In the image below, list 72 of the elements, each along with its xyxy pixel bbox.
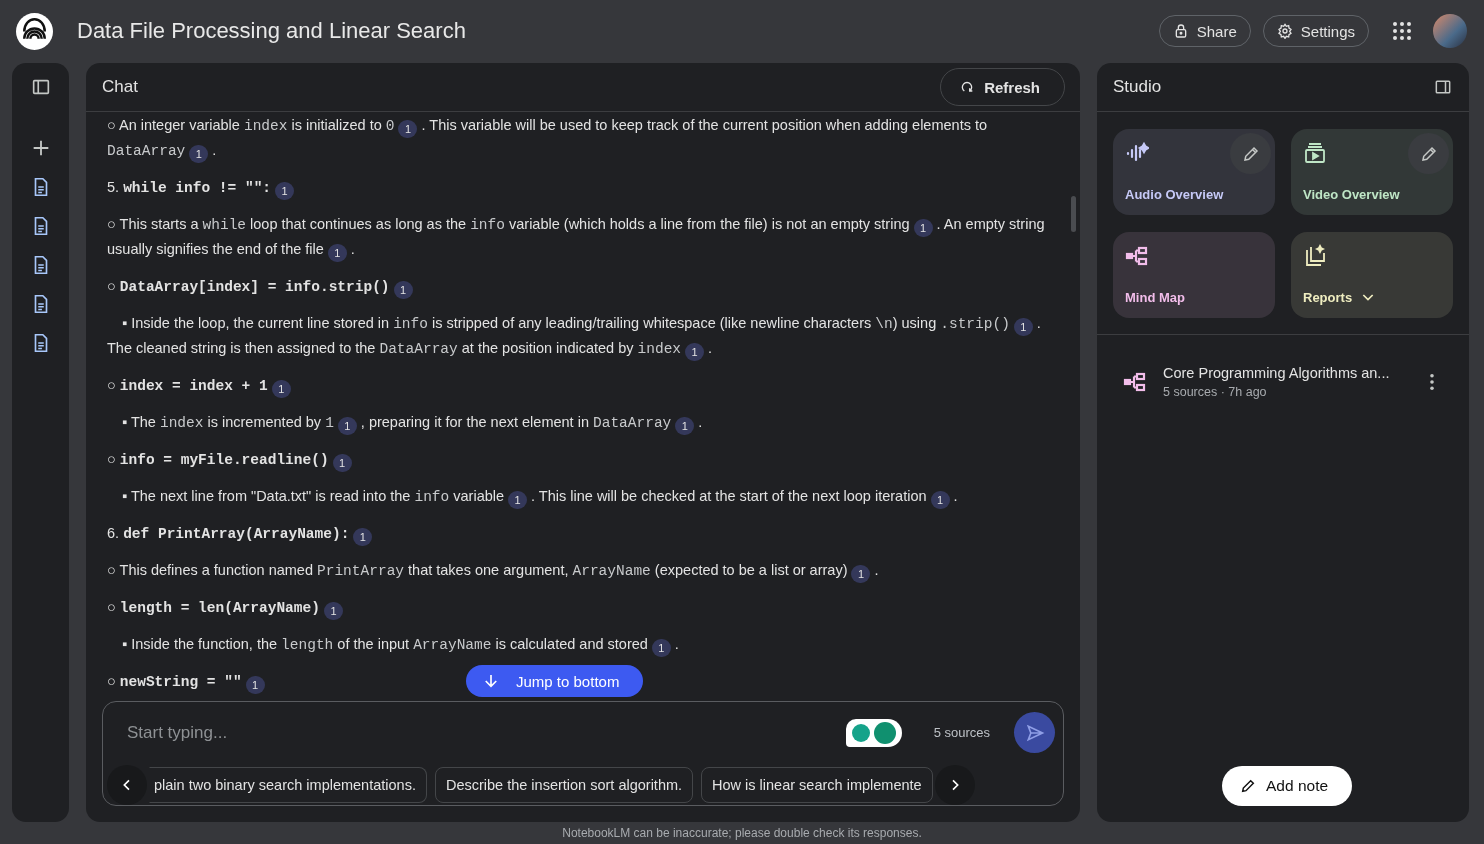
panel-toggle-icon[interactable] [1433,77,1453,97]
citation-chip[interactable]: 1 [271,380,291,398]
citation-chip[interactable]: 1 [651,639,671,657]
citation-chip[interactable]: 1 [675,417,695,435]
citation-chip[interactable]: 1 [1013,318,1033,336]
avatar[interactable] [1433,14,1467,48]
message-input[interactable]: Start typing... [125,721,834,744]
citation-chip[interactable]: 1 [685,343,705,361]
note-title: Core Programming Algorithms an... [1163,365,1391,381]
outline-item: ○ An integer variable index is initialized to 0 1 . This variable will be used to keep track of the current position when adding elements to DataArray 1 . [107,113,1060,163]
tile-label: Video Overview [1303,187,1400,202]
citation-chip[interactable]: 1 [337,417,357,435]
suggestion-chip[interactable]: plain two binary search implementations. [149,767,427,803]
scrollbar-thumb[interactable] [1071,196,1076,232]
outline-item: ○ DataArray[index] = info.strip() 1 [107,274,417,299]
outline-item: 5. while info != "": 1 [107,175,299,200]
citation-chip[interactable]: 1 [393,281,413,299]
pencil-icon [1241,144,1260,163]
pencil-icon [1240,778,1256,794]
more-options-icon[interactable] [1429,373,1435,391]
edit-button[interactable] [1230,133,1271,174]
edit-button[interactable] [1408,133,1449,174]
citation-chip[interactable]: 1 [398,120,418,138]
disclaimer-text: NotebookLM can be inaccurate; please double check its responses. [562,826,922,840]
outline-item: 6. def PrintArray(ArrayName): 1 [107,521,377,546]
studio-tile[interactable]: Mind Map [1113,232,1275,318]
citation-chip[interactable]: 1 [332,454,352,472]
note-meta: 5 sources · 7h ago [1163,385,1268,399]
apps-grid-icon[interactable] [1393,22,1411,40]
mind-map-icon [1123,370,1147,394]
citation-chip[interactable]: 1 [913,219,933,237]
arrow-down-icon [482,672,500,690]
extension-icon[interactable] [845,718,902,747]
citation-chip[interactable]: 1 [323,602,343,620]
app-logo-icon[interactable] [16,12,53,50]
notebook-title: Data File Processing and Linear Search [77,18,466,44]
jump-to-bottom-button[interactable]: Jump to bottom [466,665,644,697]
studio-tile[interactable]: Video Overview [1291,129,1453,215]
outline-item: ○ This starts a while loop that continues as long as the info variable (which holds a line from the file) is not an empty string 1 . An empty string usually signifies the end of the file 1 . [107,212,1060,262]
studio-tile[interactable]: Reports [1291,232,1453,318]
source-count: 5 sources [933,725,990,740]
send-icon [1024,722,1045,743]
suggestion-chip[interactable]: Describe the insertion sort algorithm. [434,767,694,803]
outline-item: ▪ Inside the loop, the current line stored in info is stripped of any leading/trailing whitespace (like newline characters \n) using .strip() 1 . The cleaned string is then assigned to the DataArray at the position indicated by index 1 . [107,311,1060,361]
outline-item: ○ length = len(ArrayName) 1 [107,595,347,620]
outline-item: ○ This defines a function named PrintArray that takes one argument, ArrayName (expected to be a list or array) 1 . [107,558,879,583]
suggestion-chip[interactable]: How is linear search implemente [701,767,933,803]
tile-label: Reports [1303,289,1353,305]
citation-chip[interactable]: 1 [245,676,265,694]
citation-chip[interactable]: 1 [327,244,347,262]
chat-title: Chat [102,77,138,97]
add-note-button[interactable]: Add note [1222,766,1353,806]
gear-icon [1276,23,1293,39]
citation-chip[interactable]: 1 [189,145,209,163]
pencil-icon [1419,144,1438,163]
citation-chip[interactable]: 1 [508,491,528,509]
note-item[interactable]: Core Programming Algorithms an... 5 sources · 7h ago [1123,365,1453,399]
outline-item: ○ newString = "" 1 [107,669,269,694]
outline-item: ○ info = myFile.readline() 1 [107,447,356,472]
studio-title: Studio [1113,77,1162,97]
citation-chip[interactable]: 1 [851,565,871,583]
tile-label: Mind Map [1125,290,1185,305]
outline-item: ▪ The index is incremented by 1 1 , preparing it for the next element in DataArray 1 . [107,410,703,435]
citation-chip[interactable]: 1 [353,528,373,546]
send-button[interactable] [1014,712,1055,753]
outline-item: ▪ The next line from "Data.txt" is read into the info variable 1 . This line will be checked at the start of the next loop iteration 1 . [107,484,958,509]
outline-item: ▪ Inside the function, the length of the input ArrayName is calculated and stored 1 . [107,632,679,657]
outline-item: ○ index = index + 1 1 [107,373,295,398]
studio-tile[interactable]: Audio Overview [1113,129,1275,215]
citation-chip[interactable]: 1 [930,491,950,509]
tile-label: Audio Overview [1125,187,1224,202]
citation-chip[interactable]: 1 [275,182,295,200]
